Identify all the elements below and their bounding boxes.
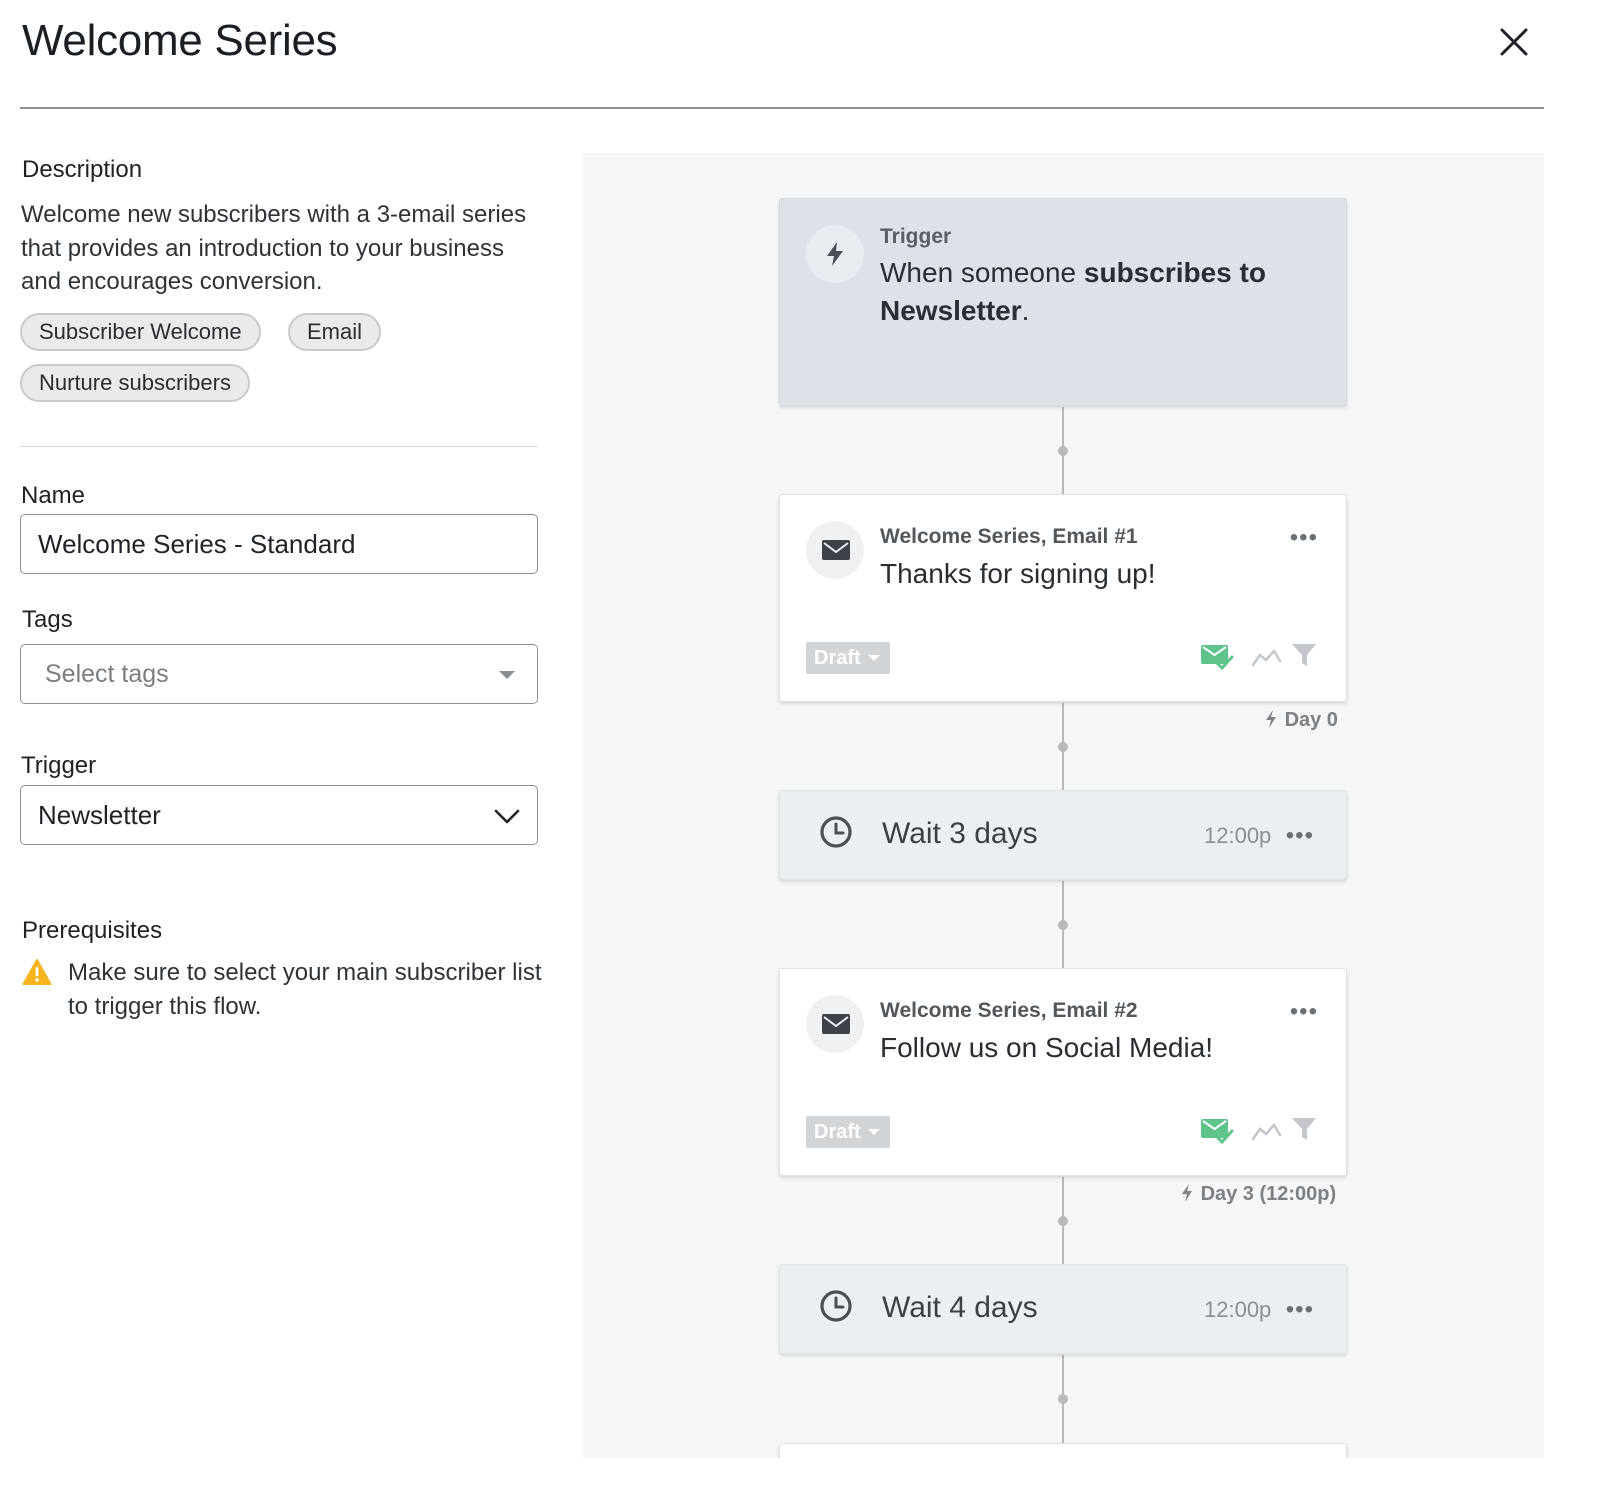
- name-label: Name: [21, 482, 86, 509]
- wait-2-time: 12:00p: [1204, 1297, 1272, 1322]
- trigger-description: When someone subscribes to Newsletter.: [880, 254, 1320, 330]
- more-options-icon[interactable]: •••: [1290, 526, 1318, 550]
- trigger-text-event: subscribes to: [1083, 257, 1266, 288]
- filter-icon[interactable]: [1288, 1114, 1322, 1144]
- chip-nurture-subscribers[interactable]: Nurture subscribers: [20, 364, 250, 402]
- trend-icon[interactable]: [1250, 643, 1284, 673]
- trend-icon[interactable]: [1250, 1117, 1284, 1147]
- flow-connector-dot: [1058, 742, 1068, 752]
- envelope-icon: [822, 1014, 850, 1034]
- trigger-icon-badge: [806, 225, 864, 283]
- wait-1-label: Wait 3 days: [882, 817, 1038, 850]
- wait-card-2[interactable]: Wait 4 days 12:00p •••: [779, 1264, 1347, 1354]
- chip-subscriber-welcome[interactable]: Subscriber Welcome: [20, 313, 261, 351]
- trigger-card[interactable]: Trigger When someone subscribes to Newsl…: [779, 198, 1347, 406]
- description-label: Description: [22, 156, 143, 183]
- modal-header: Welcome Series: [0, 0, 1600, 110]
- status-draft-badge[interactable]: Draft: [806, 642, 890, 674]
- section-divider: [20, 446, 538, 447]
- lightning-icon: [827, 242, 843, 266]
- wait-card-1[interactable]: Wait 3 days 12:00p •••: [779, 790, 1347, 880]
- more-options-icon[interactable]: •••: [1286, 1298, 1314, 1322]
- close-icon: [1500, 28, 1528, 56]
- more-options-icon[interactable]: •••: [1286, 824, 1314, 848]
- trigger-select-value: Newsletter: [38, 800, 161, 830]
- envelope-check-icon[interactable]: [1200, 642, 1234, 672]
- name-field[interactable]: Welcome Series - Standard: [20, 514, 538, 574]
- lightning-icon: [1266, 710, 1276, 728]
- clock-icon: [820, 816, 852, 848]
- email-card-1[interactable]: Welcome Series, Email #1 Thanks for sign…: [779, 494, 1347, 702]
- prerequisites-label: Prerequisites: [22, 917, 163, 944]
- day-offset-text: Day 0: [1284, 709, 1338, 731]
- email-1-eyebrow: Welcome Series, Email #1: [880, 525, 1138, 548]
- lightning-icon: [1182, 1184, 1192, 1202]
- envelope-check-icon[interactable]: [1200, 1116, 1234, 1146]
- close-button[interactable]: [1494, 22, 1534, 62]
- tags-select[interactable]: Select tags: [20, 644, 538, 704]
- warning-icon: [22, 959, 52, 985]
- wait-2-label: Wait 4 days: [882, 1291, 1038, 1324]
- name-field-value: Welcome Series - Standard: [38, 529, 356, 559]
- flow-connector-dot: [1058, 920, 1068, 930]
- flow-connector-dot: [1058, 1216, 1068, 1226]
- email-2-eyebrow: Welcome Series, Email #2: [880, 999, 1138, 1022]
- trigger-text-list: Newsletter: [880, 295, 1022, 326]
- caret-down-icon: [499, 671, 515, 679]
- email-card-3[interactable]: [779, 1443, 1347, 1458]
- tags-placeholder: Select tags: [45, 660, 169, 688]
- trigger-text-suffix: .: [1021, 295, 1030, 326]
- day-offset-text: Day 3 (12:00p): [1200, 1183, 1337, 1205]
- wait-1-time: 12:00p: [1204, 823, 1272, 848]
- email-card-2[interactable]: Welcome Series, Email #2 Follow us on So…: [779, 968, 1347, 1176]
- details-panel: Description Welcome new subscribers with…: [0, 110, 560, 1488]
- tags-label: Tags: [22, 606, 73, 633]
- status-draft-badge[interactable]: Draft: [806, 1116, 890, 1148]
- header-divider: [20, 107, 1544, 109]
- page-title: Welcome Series: [22, 16, 338, 65]
- email-2-subject: Follow us on Social Media!: [880, 1032, 1214, 1063]
- prerequisites-text: Make sure to select your main subscriber…: [68, 959, 542, 1020]
- flow-connector-dot: [1058, 446, 1068, 456]
- email-1-subject: Thanks for signing up!: [880, 558, 1156, 589]
- flow-preview-canvas[interactable]: Trigger When someone subscribes to Newsl…: [583, 153, 1544, 1458]
- chip-email[interactable]: Email: [288, 313, 382, 351]
- chevron-down-icon: [494, 809, 520, 824]
- day-offset-label: Day 3 (12:00p): [1179, 1183, 1336, 1206]
- trigger-text-prefix: When someone: [880, 257, 1084, 288]
- more-options-icon[interactable]: •••: [1290, 1000, 1318, 1024]
- trigger-eyebrow: Trigger: [880, 225, 952, 248]
- description-text: Welcome new subscribers with a 3-email s…: [21, 201, 527, 295]
- clock-icon: [820, 1290, 852, 1322]
- envelope-icon: [822, 540, 850, 560]
- trigger-select[interactable]: Newsletter: [20, 785, 538, 845]
- flow-connector-dot: [1058, 1394, 1068, 1404]
- filter-icon[interactable]: [1288, 640, 1322, 670]
- email-icon-badge: [806, 995, 864, 1053]
- trigger-label: Trigger: [21, 752, 97, 779]
- email-icon-badge: [806, 521, 864, 579]
- day-offset-label: Day 0: [1263, 709, 1338, 732]
